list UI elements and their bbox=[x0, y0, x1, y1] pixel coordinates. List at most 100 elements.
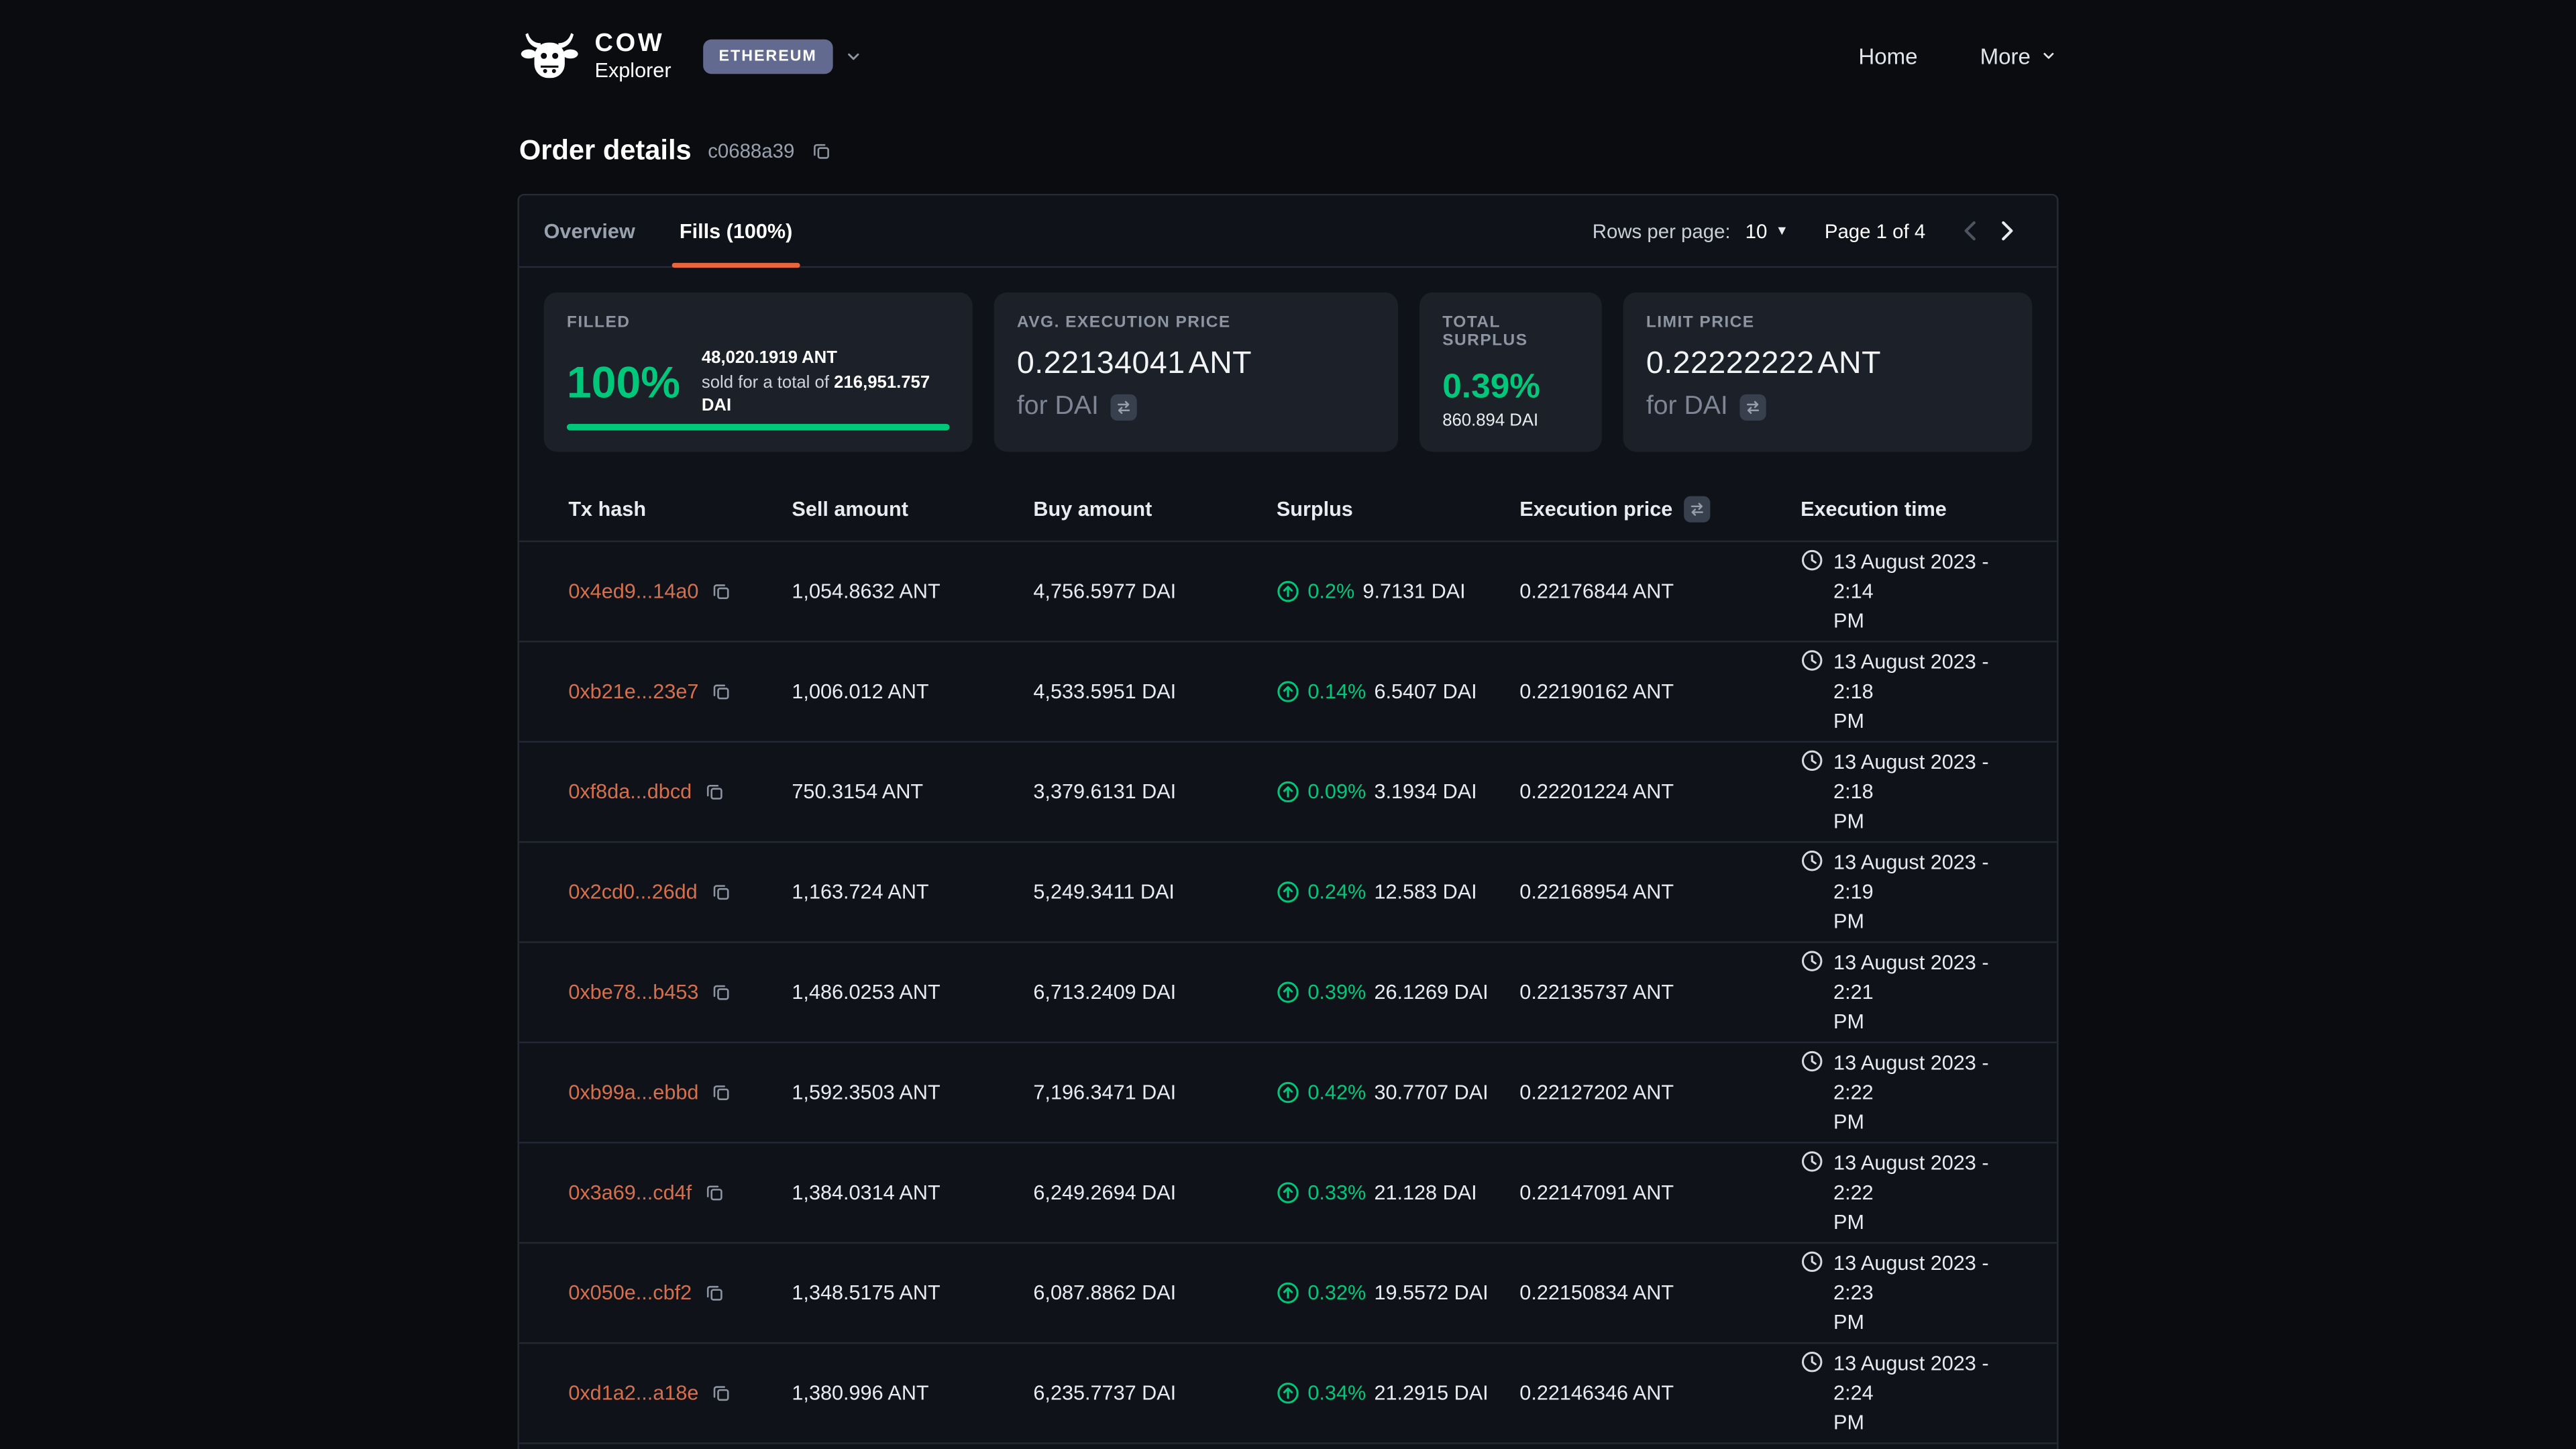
execution-time-cell: 13 August 2023 - 2:23PM bbox=[1801, 1248, 2031, 1338]
tx-hash-link[interactable]: 0x050e...cbf2 bbox=[568, 1281, 692, 1304]
buy-amount-cell: 6,087.8862 DAI bbox=[1033, 1281, 1276, 1304]
copy-tx-hash-icon[interactable] bbox=[710, 882, 730, 902]
sell-amount-cell: 1,054.8632 ANT bbox=[792, 580, 1033, 602]
surplus-amount: 6.5407 DAI bbox=[1374, 680, 1477, 703]
avg-price-value-line: 0.22134041 ANT bbox=[1017, 347, 1375, 383]
nav-home[interactable]: Home bbox=[1858, 44, 1917, 68]
avg-price-token: ANT bbox=[1189, 347, 1252, 383]
copy-tx-hash-icon[interactable] bbox=[712, 982, 731, 1002]
tx-hash-link[interactable]: 0x2cd0...26dd bbox=[568, 881, 697, 904]
copy-tx-hash-icon[interactable] bbox=[705, 1283, 724, 1303]
cow-logo-icon bbox=[519, 32, 580, 80]
execution-time-text: 13 August 2023 - 2:23PM bbox=[1833, 1248, 2031, 1338]
execution-time-cell: 13 August 2023 - 2:19PM bbox=[1801, 847, 2031, 936]
avg-price-label: AVG. EXECUTION PRICE bbox=[1017, 314, 1375, 332]
execution-price-cell: 0.22146346 ANT bbox=[1519, 1382, 1801, 1405]
copy-tx-hash-icon[interactable] bbox=[705, 782, 724, 802]
buy-amount-cell: 4,756.5977 DAI bbox=[1033, 580, 1276, 602]
surplus-amount: 26.1269 DAI bbox=[1374, 981, 1488, 1004]
table-row: 0xb99a...ebbd 1,592.3503 ANT 7,196.3471 … bbox=[519, 1043, 2057, 1143]
avg-price-for-text: for DAI bbox=[1017, 392, 1099, 422]
clock-icon bbox=[1801, 1049, 1823, 1072]
clock-icon bbox=[1801, 1250, 1823, 1273]
topbar-left: COW Explorer ETHEREUM bbox=[519, 30, 863, 81]
surplus-percent: 0.33% bbox=[1307, 1181, 1366, 1204]
column-execution-time: Execution time bbox=[1801, 498, 2031, 521]
surplus-amount: 9.7131 DAI bbox=[1362, 580, 1465, 602]
surplus-up-arrow-icon bbox=[1277, 680, 1299, 703]
tx-hash-link[interactable]: 0xb99a...ebbd bbox=[568, 1081, 698, 1104]
surplus-cell: 0.09% 3.1934 DAI bbox=[1277, 780, 1519, 803]
copy-tx-hash-icon[interactable] bbox=[712, 1383, 731, 1403]
copy-tx-hash-icon[interactable] bbox=[705, 1183, 724, 1202]
tx-hash-link[interactable]: 0xf8da...dbcd bbox=[568, 780, 692, 803]
column-buy-amount: Buy amount bbox=[1033, 498, 1276, 521]
clock-icon bbox=[1801, 1350, 1823, 1373]
rows-per-page-caret-icon: ▼ bbox=[1776, 223, 1788, 238]
execution-time-text: 13 August 2023 - 2:24PM bbox=[1833, 1348, 2031, 1438]
column-sell-amount: Sell amount bbox=[792, 498, 1033, 521]
execution-time-cell: 13 August 2023 - 2:18PM bbox=[1801, 747, 2031, 837]
tx-hash-link[interactable]: 0xd1a2...a18e bbox=[568, 1382, 698, 1405]
filled-sold-prefix: sold for a total of bbox=[702, 372, 829, 392]
surplus-cell: 0.42% 30.7707 DAI bbox=[1277, 1081, 1519, 1104]
surplus-up-arrow-icon bbox=[1277, 1281, 1299, 1304]
copy-tx-hash-icon[interactable] bbox=[712, 682, 731, 701]
surplus-up-arrow-icon bbox=[1277, 881, 1299, 904]
buy-amount-cell: 4,533.5951 DAI bbox=[1033, 680, 1276, 703]
copy-tx-hash-icon[interactable] bbox=[712, 1083, 731, 1102]
next-page-button[interactable] bbox=[1988, 213, 2024, 249]
avg-price-value: 0.22134041 bbox=[1017, 347, 1185, 383]
copy-tx-hash-icon[interactable] bbox=[712, 582, 731, 601]
sell-amount-cell: 1,486.0253 ANT bbox=[792, 981, 1033, 1004]
total-surplus-percent: 0.39% bbox=[1442, 370, 1578, 404]
total-surplus-card: TOTAL SURPLUS 0.39% 860.894 DAI bbox=[1419, 292, 1602, 452]
main-nav: Home More bbox=[1858, 44, 2057, 68]
nav-more[interactable]: More bbox=[1980, 44, 2057, 68]
clock-icon bbox=[1801, 949, 1823, 972]
network-badge[interactable]: ETHEREUM bbox=[702, 39, 833, 73]
surplus-amount: 21.128 DAI bbox=[1374, 1181, 1477, 1204]
column-tx-hash: Tx hash bbox=[568, 498, 792, 521]
network-chevron-down-icon[interactable] bbox=[845, 47, 863, 65]
cow-explorer-logo[interactable]: COW Explorer bbox=[519, 30, 672, 81]
limit-price-label: LIMIT PRICE bbox=[1646, 314, 2009, 332]
clock-icon bbox=[1801, 1150, 1823, 1173]
tx-hash-link[interactable]: 0x3a69...cd4f bbox=[568, 1181, 692, 1204]
app-viewport: COW Explorer ETHEREUM Home More Order de… bbox=[0, 0, 2576, 1449]
page-status: Page 1 of 4 bbox=[1825, 219, 1925, 242]
surplus-percent: 0.09% bbox=[1307, 780, 1366, 803]
network-selector[interactable]: ETHEREUM bbox=[702, 39, 863, 73]
surplus-amount: 21.2915 DAI bbox=[1374, 1382, 1488, 1405]
surplus-amount: 30.7707 DAI bbox=[1374, 1081, 1488, 1104]
rows-per-page-select[interactable]: 10 ▼ bbox=[1746, 219, 1788, 242]
nav-more-label: More bbox=[1980, 44, 2031, 68]
execution-time-cell: 13 August 2023 - 2:18PM bbox=[1801, 647, 2031, 736]
table-row: 0x050e...cbf2 1,348.5175 ANT 6,087.8862 … bbox=[519, 1244, 2057, 1344]
limit-price-swap-icon[interactable] bbox=[1739, 394, 1766, 421]
tx-hash-cell: 0x4ed9...14a0 bbox=[568, 580, 792, 602]
sell-amount-cell: 1,592.3503 ANT bbox=[792, 1081, 1033, 1104]
fill-progress-bar bbox=[567, 424, 950, 431]
tx-hash-link[interactable]: 0xb21e...23e7 bbox=[568, 680, 698, 703]
execution-price-cell: 0.22150834 ANT bbox=[1519, 1281, 1801, 1304]
previous-page-button[interactable] bbox=[1951, 213, 1988, 249]
avg-price-swap-icon[interactable] bbox=[1110, 394, 1136, 421]
pagination-controls: Rows per page: 10 ▼ Page 1 of 4 bbox=[1593, 213, 2024, 249]
tab-overview[interactable]: Overview bbox=[544, 195, 635, 266]
surplus-cell: 0.32% 19.5572 DAI bbox=[1277, 1281, 1519, 1304]
execution-time-text: 13 August 2023 - 2:18PM bbox=[1833, 647, 2031, 736]
tx-hash-link[interactable]: 0xbe78...b453 bbox=[568, 981, 698, 1004]
table-row: 0x2cd0...26dd 1,163.724 ANT 5,249.3411 D… bbox=[519, 843, 2057, 943]
execution-time-text: 13 August 2023 - 2:21PM bbox=[1833, 948, 2031, 1037]
limit-price-value-line: 0.22222222 ANT bbox=[1646, 347, 2009, 383]
surplus-percent: 0.42% bbox=[1307, 1081, 1366, 1104]
tx-hash-cell: 0x2cd0...26dd bbox=[568, 881, 792, 904]
execution-price-invert-icon[interactable] bbox=[1684, 496, 1710, 523]
tx-hash-link[interactable]: 0x4ed9...14a0 bbox=[568, 580, 698, 602]
copy-order-id-icon[interactable] bbox=[811, 142, 830, 161]
limit-price-value: 0.22222222 bbox=[1646, 347, 1815, 383]
clock-icon bbox=[1801, 849, 1823, 872]
tab-fills[interactable]: Fills (100%) bbox=[680, 195, 792, 266]
filled-label: FILLED bbox=[567, 314, 950, 332]
